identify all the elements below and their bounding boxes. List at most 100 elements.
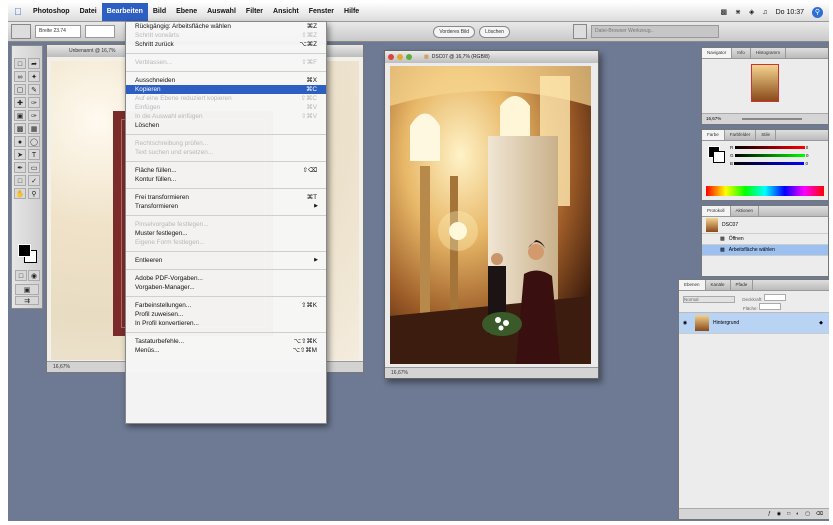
color-bg-swatch[interactable] — [713, 151, 725, 163]
history-step-open[interactable]: ▩ Öffnen — [702, 234, 828, 245]
layer-style-icon[interactable]: ƒ — [768, 509, 771, 519]
edit-menu-item[interactable]: Kopieren ⌘C — [126, 85, 326, 94]
height-field[interactable] — [85, 25, 115, 38]
apple-icon[interactable]:  — [8, 7, 28, 18]
trash-icon[interactable]: ⌫ — [816, 509, 823, 519]
edit-menu-item[interactable]: Kontur füllen... — [126, 175, 326, 184]
tab-layers[interactable]: Ebenen — [679, 280, 706, 290]
navigator-thumbnail[interactable] — [751, 64, 779, 102]
tab-color[interactable]: Farbe — [702, 130, 725, 140]
marquee-tool-icon[interactable]: □ — [14, 58, 26, 69]
tab-histogram[interactable]: Histogramm — [751, 48, 787, 58]
tab-history[interactable]: Protokoll — [702, 206, 731, 216]
slider-g[interactable] — [734, 154, 805, 157]
menu-ansicht[interactable]: Ansicht — [268, 3, 304, 21]
edit-menu-item[interactable]: Muster festlegen... — [126, 229, 326, 238]
tab-navigator[interactable]: Navigator — [702, 48, 733, 58]
wifi-icon[interactable]: ◈ — [749, 8, 754, 16]
lasso-tool-icon[interactable]: ∞ — [14, 71, 26, 82]
quickmask-mode-icon[interactable]: ◉ — [28, 270, 40, 281]
history-brush-icon[interactable]: ✑ — [28, 110, 40, 121]
edit-menu-item[interactable]: Löschen — [126, 121, 326, 130]
healing-brush-icon[interactable]: ✚ — [14, 97, 26, 108]
shape-tool-icon[interactable]: ▭ — [28, 162, 40, 173]
photo-status-zoom[interactable]: 16,67% — [385, 367, 598, 378]
edit-menu-item[interactable]: Tastaturbefehle... ⌥⇧⌘K — [126, 337, 326, 346]
front-image-button[interactable]: Vorderes Bild — [433, 25, 476, 38]
spotlight-icon[interactable]: ⚲ — [812, 6, 823, 18]
new-layer-icon[interactable]: ▢ — [805, 509, 810, 519]
slider-r[interactable] — [734, 146, 805, 149]
width-field[interactable]: Breite 23.74 — [35, 25, 81, 38]
edit-menu-item[interactable]: Frei transformieren ⌘T — [126, 193, 326, 202]
clock[interactable]: Do 10:37 — [776, 9, 804, 16]
menu-fenster[interactable]: Fenster — [304, 3, 339, 21]
tab-swatches[interactable]: Farbfelder — [725, 130, 757, 140]
pen-tool-icon[interactable]: ✒ — [14, 162, 26, 173]
navigator-zoom-value[interactable]: 16,67% — [706, 116, 721, 121]
menu-app-name[interactable]: Photoshop — [28, 3, 75, 21]
photo-title-bar[interactable]: ▩ DSC07 @ 16,7% (RGB/8) — [385, 51, 598, 63]
layer-name[interactable]: Hintergrund — [713, 320, 739, 326]
edit-menu-item[interactable]: Entleeren ▶ — [126, 256, 326, 265]
value-g[interactable]: 0 — [806, 153, 809, 158]
path-select-icon[interactable]: ➤ — [14, 149, 26, 160]
menu-bearbeiten[interactable]: Bearbeiten — [101, 3, 148, 21]
close-icon[interactable] — [388, 54, 394, 60]
clear-button[interactable]: Löschen — [479, 25, 510, 38]
navigator-zoom-slider[interactable] — [742, 118, 802, 120]
edit-menu-item[interactable]: Rückgängig: Arbeitsfläche wählen ⌘Z — [126, 22, 326, 31]
edit-menu-item[interactable]: Farbeinstellungen... ⇧⌘K — [126, 301, 326, 310]
tab-paths[interactable]: Pfade — [731, 280, 754, 290]
volume-icon[interactable]: ♫ — [762, 9, 767, 16]
tab-actions[interactable]: Aktionen — [731, 206, 760, 216]
palette-well[interactable]: Datei-Browser Werkzeug.. — [591, 25, 719, 38]
menu-auswahl[interactable]: Auswahl — [202, 3, 241, 21]
notes-tool-icon[interactable]: □ — [14, 175, 26, 186]
adjustment-layer-icon[interactable]: ◐ — [796, 509, 799, 519]
blend-mode-select[interactable]: Normal — [683, 296, 735, 303]
zoom-tool-icon[interactable]: ⚲ — [28, 188, 40, 199]
layer-row-background[interactable]: ◉ Hintergrund ◆ — [679, 313, 829, 334]
stamp-tool-icon[interactable]: ▣ — [14, 110, 26, 121]
file-browser-icon[interactable] — [573, 24, 587, 39]
move-tool-icon[interactable]: ➦ — [28, 58, 40, 69]
magic-wand-icon[interactable]: ✦ — [28, 71, 40, 82]
text-tool-icon[interactable]: T — [28, 149, 40, 160]
minimize-icon[interactable] — [397, 54, 403, 60]
value-b[interactable]: 0 — [806, 161, 809, 166]
edit-menu-item[interactable]: In Profil konvertieren... — [126, 319, 326, 328]
slice-tool-icon[interactable]: ✎ — [28, 84, 40, 95]
edit-menu-item[interactable]: Fläche füllen... ⇧⌫ — [126, 166, 326, 175]
value-r[interactable]: 0 — [806, 145, 809, 150]
foreground-color-swatch[interactable] — [18, 244, 31, 257]
tab-channels[interactable]: Kanäle — [706, 280, 731, 290]
edit-menu-item[interactable]: Schritt zurück ⌥⌘Z — [126, 40, 326, 49]
eyedropper-icon[interactable]: ✓ — [28, 175, 40, 186]
edit-menu-item[interactable]: Profil zuweisen... — [126, 310, 326, 319]
edit-menu-item[interactable]: Menüs... ⌥⇧⌘M — [126, 346, 326, 355]
tab-styles[interactable]: Stile — [756, 130, 777, 140]
blur-tool-icon[interactable]: ● — [14, 136, 26, 147]
menu-hilfe[interactable]: Hilfe — [339, 3, 364, 21]
hand-tool-icon[interactable]: ✋ — [14, 188, 26, 199]
layer-visibility-icon[interactable]: ◉ — [679, 320, 691, 326]
menu-datei[interactable]: Datei — [75, 3, 102, 21]
menu-filter[interactable]: Filter — [241, 3, 268, 21]
edit-menu-item[interactable]: Vorgaben-Manager... — [126, 283, 326, 292]
fill-field[interactable] — [759, 303, 782, 310]
standard-mode-icon[interactable]: □ — [15, 270, 27, 281]
edit-menu-item[interactable]: Ausschneiden ⌘X — [126, 76, 326, 85]
bluetooth-icon[interactable]: ⋇ — [735, 8, 741, 16]
edit-menu-item[interactable]: Transformieren ▶ — [126, 202, 326, 211]
history-step-canvas[interactable]: ▩ Arbeitsfläche wählen — [702, 245, 828, 256]
wedding-photo[interactable] — [390, 66, 591, 364]
imageready-icon[interactable]: ⇉ — [15, 296, 39, 305]
layer-set-icon[interactable]: □ — [787, 509, 790, 519]
crop-tool-icon[interactable]: ▢ — [14, 84, 26, 95]
brush-tool-icon[interactable]: ✑ — [28, 97, 40, 108]
edit-menu-item[interactable]: Adobe PDF-Vorgaben... — [126, 274, 326, 283]
menu-ebene[interactable]: Ebene — [171, 3, 202, 21]
opacity-field[interactable] — [763, 294, 786, 301]
eraser-tool-icon[interactable]: ▩ — [14, 123, 26, 134]
